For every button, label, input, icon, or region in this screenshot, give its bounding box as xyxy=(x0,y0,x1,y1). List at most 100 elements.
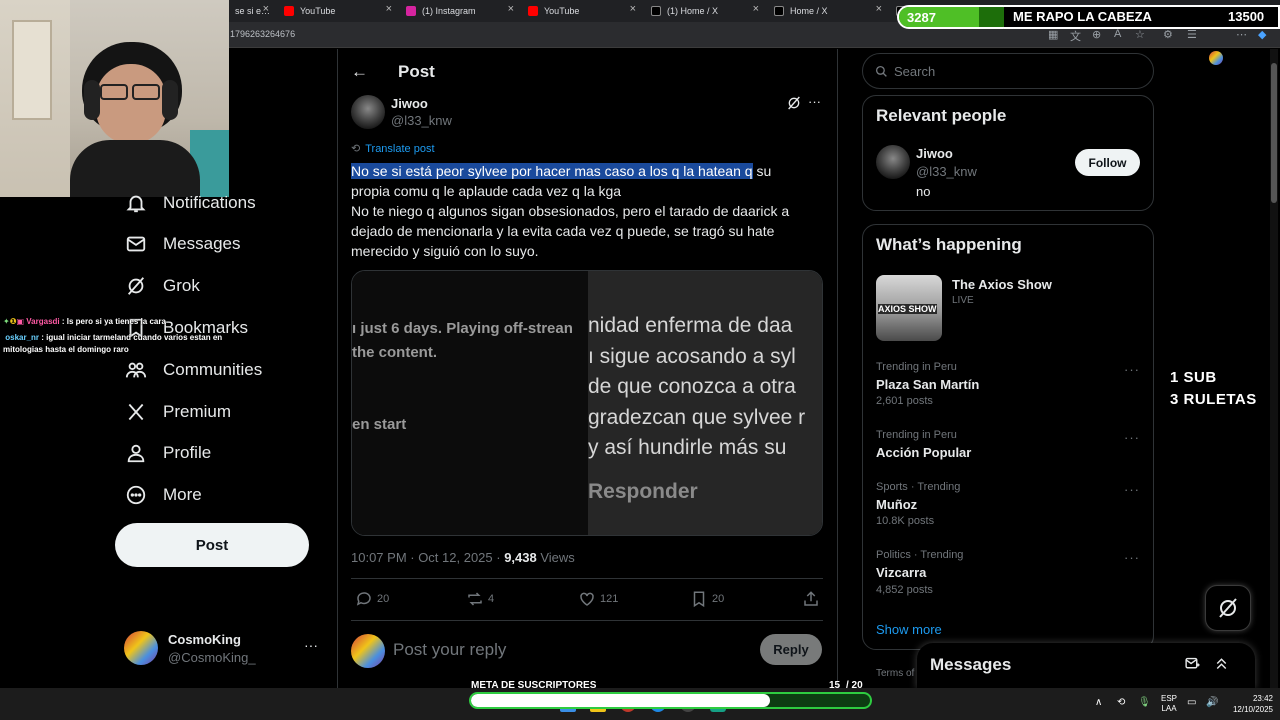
favorites-icon[interactable]: ☰ xyxy=(1187,28,1197,41)
back-arrow-icon[interactable]: ← xyxy=(351,62,368,82)
clock-date: 12/10/2025 xyxy=(1232,705,1273,714)
trend-name[interactable]: Muñoz xyxy=(876,497,917,512)
author-name[interactable]: Jiwoo xyxy=(391,96,428,111)
image-text-line: nidad enferma de daa xyxy=(588,314,793,337)
live-title[interactable]: The Axios Show xyxy=(952,277,1052,292)
trend-name[interactable]: Acción Popular xyxy=(876,445,971,460)
zoom-icon[interactable]: ⊕ xyxy=(1092,28,1101,41)
trend-more-icon[interactable]: ··· xyxy=(1124,482,1140,497)
browser-profile-avatar[interactable] xyxy=(1209,51,1223,65)
live-thumbnail[interactable]: AXIOS SHOW xyxy=(876,275,942,341)
relevant-name[interactable]: Jiwoo xyxy=(916,146,953,161)
browser-tab[interactable]: (1) Home / X × xyxy=(645,2,763,20)
browser-tab[interactable]: (1) Instagram × xyxy=(400,2,518,20)
more-options-icon[interactable]: ··· xyxy=(304,637,318,653)
post-button[interactable]: Post xyxy=(115,523,309,567)
translate-icon[interactable]: 文 xyxy=(1070,28,1081,44)
sidebar-item-more[interactable]: More xyxy=(124,480,202,510)
sidebar-item-premium[interactable]: Premium xyxy=(124,397,231,427)
repost-icon xyxy=(468,592,482,606)
share-icon[interactable] xyxy=(802,590,820,613)
tab-label: Home / X xyxy=(790,6,828,16)
sidebar-item-notifications[interactable]: Notifications xyxy=(124,188,256,218)
trend-name[interactable]: Vizcarra xyxy=(876,565,926,580)
post-text-rest: su xyxy=(752,163,772,179)
close-tab-icon[interactable]: × xyxy=(263,3,269,15)
post-image-left-panel: ı just 6 days. Playing off-strean the co… xyxy=(352,271,588,535)
favorite-star-icon[interactable]: ☆ xyxy=(1135,28,1145,41)
browser-tab[interactable]: se si e… × xyxy=(229,2,273,20)
close-tab-icon[interactable]: × xyxy=(753,3,759,15)
author-handle[interactable]: @l33_knw xyxy=(391,113,452,128)
browser-menu-icon[interactable]: ⋯ xyxy=(1236,28,1247,41)
sidebar-item-communities[interactable]: Communities xyxy=(124,355,262,385)
bell-icon xyxy=(124,191,148,215)
sidebar-item-profile[interactable]: Profile xyxy=(124,438,211,468)
scrollbar-thumb[interactable] xyxy=(1271,63,1277,203)
new-message-icon[interactable] xyxy=(1184,655,1201,677)
expand-icon[interactable] xyxy=(1213,655,1230,677)
reply-icon xyxy=(356,592,371,606)
reply-action[interactable]: 20 xyxy=(355,590,389,608)
browser-tab[interactable]: YouTube × xyxy=(522,2,640,20)
apps-icon[interactable]: ▦ xyxy=(1048,28,1058,41)
read-aloud-icon[interactable]: A xyxy=(1114,28,1121,40)
x-logo-icon xyxy=(774,6,784,16)
lang-top: ESP xyxy=(1161,694,1178,703)
close-tab-icon[interactable]: × xyxy=(876,3,882,15)
url-text[interactable]: 1796263264676 xyxy=(230,29,295,39)
post-text-line-1: No se si está peor sylvee por hacer mas … xyxy=(351,161,821,181)
sub-goal-fill xyxy=(471,694,771,707)
browser-tab[interactable]: Home / X × xyxy=(768,2,886,20)
reply-button[interactable]: Reply xyxy=(760,634,822,665)
bookmark-action[interactable]: 20 xyxy=(690,590,724,608)
avatar[interactable] xyxy=(876,145,910,179)
sidebar-item-grok[interactable]: Grok xyxy=(124,271,200,301)
alert-title: ME RAPO LA CABEZA xyxy=(1013,9,1152,24)
messages-drawer[interactable]: Messages xyxy=(917,643,1255,689)
selected-text[interactable]: No se si está peor sylvee por hacer mas … xyxy=(351,163,753,179)
trend-more-icon[interactable]: ··· xyxy=(1124,550,1140,565)
browser-tab[interactable]: YouTube × xyxy=(278,2,396,20)
trend-name[interactable]: Plaza San Martín xyxy=(876,377,979,392)
tray-chevron-icon[interactable]: ∧ xyxy=(1095,697,1102,708)
post-timestamp: 10:07 PM · Oct 12, 2025 · 9,438 Views xyxy=(351,550,575,565)
extensions-icon[interactable]: ⚙ xyxy=(1163,28,1173,41)
grok-floating-button[interactable] xyxy=(1205,585,1251,631)
microphone-icon[interactable]: 🎙 xyxy=(1138,697,1151,708)
tray-app-icon[interactable]: ⟲ xyxy=(1117,697,1125,708)
close-tab-icon[interactable]: × xyxy=(386,3,392,15)
chat-user: Vargasdi xyxy=(26,317,60,326)
post-image[interactable]: ı just 6 days. Playing off-strean the co… xyxy=(351,270,823,536)
show-more-link[interactable]: Show more xyxy=(876,622,942,637)
communities-icon xyxy=(124,358,148,382)
like-action[interactable]: 121 xyxy=(578,590,618,608)
instagram-icon xyxy=(406,6,416,16)
translate-post-link[interactable]: ⟲ Translate post xyxy=(351,142,435,156)
close-tab-icon[interactable]: × xyxy=(630,3,636,15)
volume-icon[interactable]: 🔊 xyxy=(1206,697,1218,708)
repost-action[interactable]: 4 xyxy=(466,590,494,608)
clock[interactable]: 23:42 12/10/2025 xyxy=(1228,693,1273,715)
search-input[interactable]: Search xyxy=(862,53,1154,89)
trend-meta: Trending in Peru xyxy=(876,361,957,373)
scrollbar[interactable] xyxy=(1270,49,1278,689)
trend-more-icon[interactable]: ··· xyxy=(1124,362,1140,377)
sidebar-item-messages[interactable]: Messages xyxy=(124,229,240,259)
bookmark-count: 20 xyxy=(712,593,725,605)
trend-meta: Trending in Peru xyxy=(876,429,957,441)
trend-more-icon[interactable]: ··· xyxy=(1124,430,1140,445)
follow-button[interactable]: Follow xyxy=(1075,149,1140,176)
close-tab-icon[interactable]: × xyxy=(508,3,514,15)
network-icon[interactable]: ▭ xyxy=(1187,697,1196,708)
reply-input[interactable]: Post your reply xyxy=(393,640,506,660)
post-more-icon[interactable]: ··· xyxy=(808,94,821,109)
relevant-handle[interactable]: @l33_knw xyxy=(916,164,977,179)
copilot-icon[interactable]: ◆ xyxy=(1258,28,1266,41)
author-avatar[interactable] xyxy=(351,95,385,129)
post-text: No se si está peor sylvee por hacer mas … xyxy=(351,161,821,261)
goal-line: 1 SUB xyxy=(1170,369,1217,386)
grok-explain-icon[interactable] xyxy=(786,95,802,116)
sidebar-item-label: Profile xyxy=(163,443,212,462)
language-indicator[interactable]: ESP LAA xyxy=(1161,694,1177,714)
